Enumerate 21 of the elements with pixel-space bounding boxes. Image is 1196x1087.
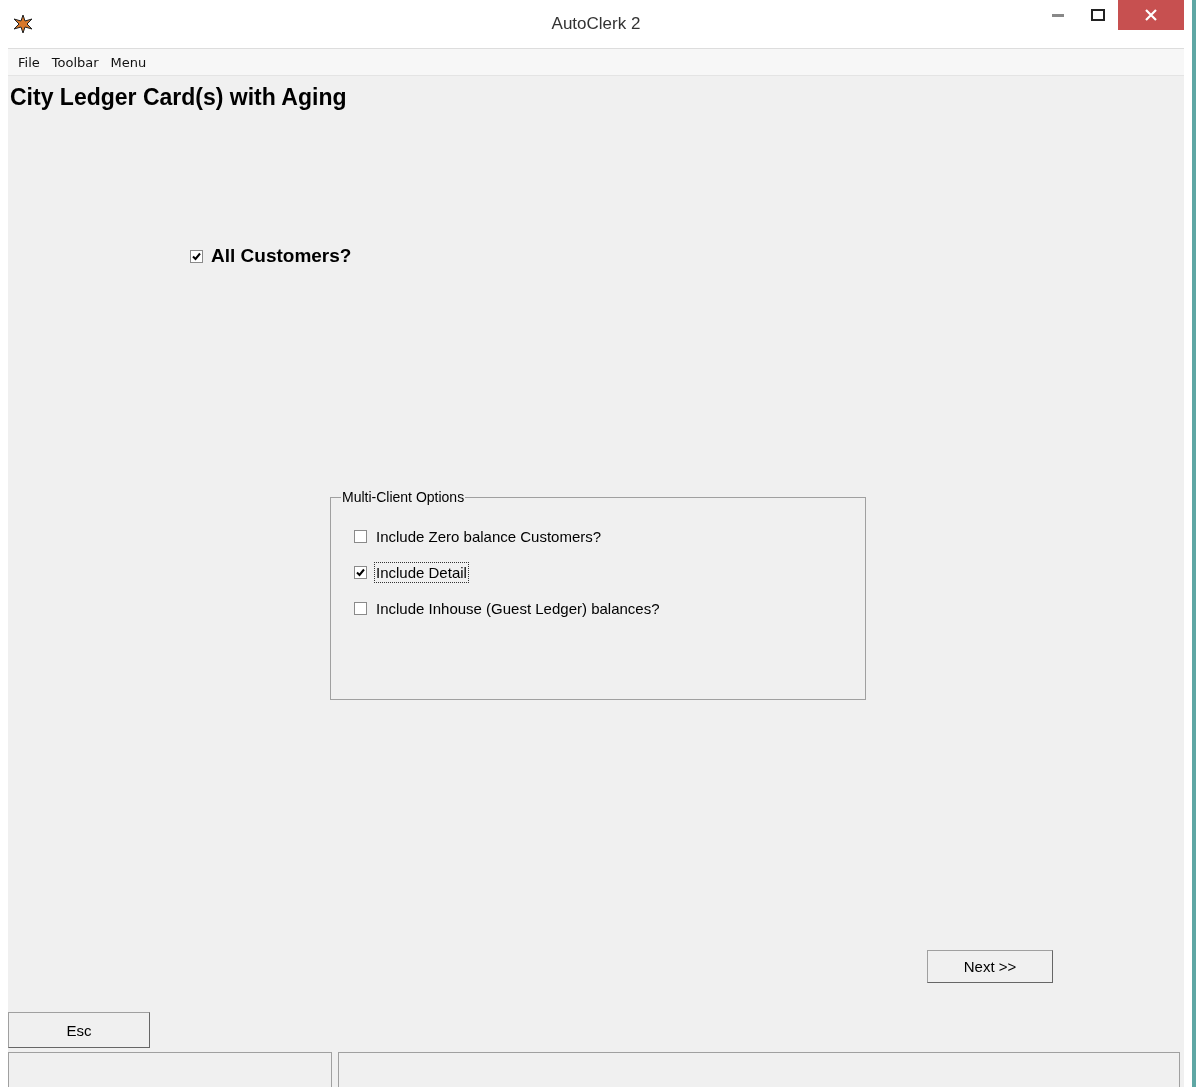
checkbox[interactable]: [354, 565, 367, 579]
esc-button[interactable]: Esc: [8, 1012, 150, 1048]
checkbox-label[interactable]: All Customers?: [211, 245, 352, 267]
checkbox-label[interactable]: Include Zero balance Customers?: [374, 525, 604, 547]
maximize-icon: [1091, 9, 1105, 21]
menu-item[interactable]: File: [12, 54, 46, 70]
minimize-icon: [1052, 13, 1064, 17]
menu-item[interactable]: Menu: [104, 54, 153, 70]
page-heading: City Ledger Card(s) with Aging: [10, 84, 348, 111]
next-button[interactable]: Next >>: [927, 950, 1053, 983]
close-icon: [1145, 9, 1157, 21]
menu-item[interactable]: Toolbar: [45, 54, 105, 70]
group-title: Multi-Client Options: [341, 489, 466, 505]
close-button[interactable]: [1118, 0, 1184, 30]
window-title: AutoClerk 2: [551, 14, 641, 34]
checkbox-label[interactable]: Include Detail: [374, 561, 469, 583]
checkbox[interactable]: [354, 529, 367, 543]
checkbox[interactable]: [354, 601, 367, 615]
app-icon: [12, 13, 34, 35]
checkbox[interactable]: [190, 249, 203, 263]
checkbox-label[interactable]: Include Inhouse (Guest Ledger) balances?: [374, 597, 662, 619]
